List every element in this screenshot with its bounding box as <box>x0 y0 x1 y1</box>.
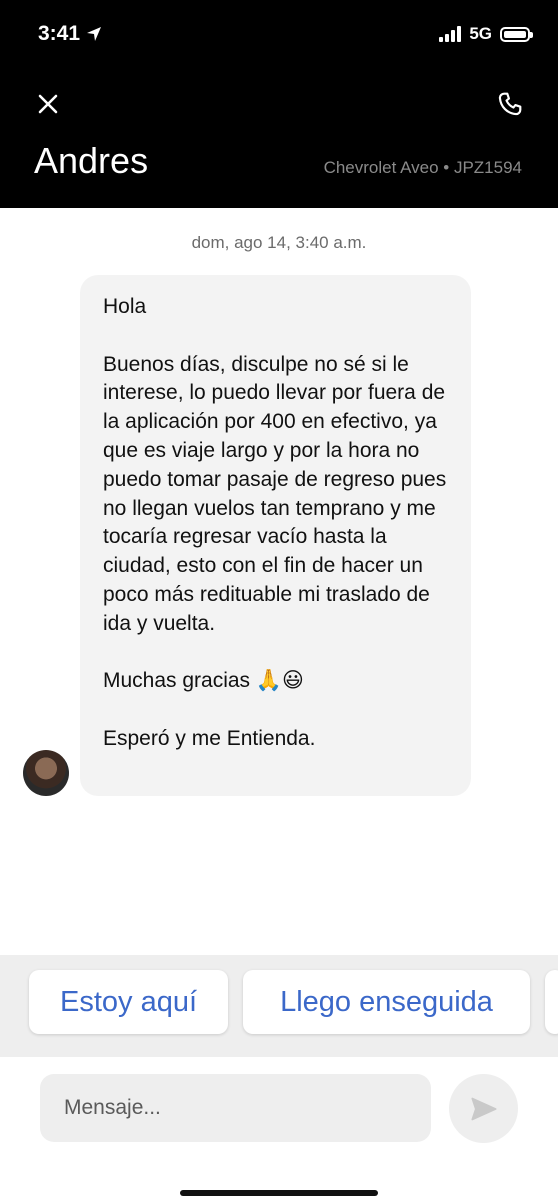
close-icon <box>38 94 58 114</box>
phone-icon <box>498 92 522 116</box>
message-paragraph: Esperó y me Entienda. <box>103 726 316 750</box>
battery-icon <box>500 26 533 42</box>
message-paragraph: Muchas gracias 🙏😃 <box>103 669 304 693</box>
send-icon <box>470 1097 497 1120</box>
location-arrow-icon <box>87 27 102 41</box>
home-indicator[interactable] <box>180 1190 378 1196</box>
incoming-message-bubble: Hola Buenos días, disculpe no sé si le i… <box>80 275 471 796</box>
quick-reply-estoy-aqui[interactable]: Estoy aquí <box>29 970 228 1034</box>
chat-header: 3:41 5G Andres Chevrolet Aveo • JPZ1594 <box>0 0 558 208</box>
signal-icon <box>439 26 462 42</box>
status-time-text: 3:41 <box>38 22 81 45</box>
message-paragraph: Buenos días, disculpe no sé si le intere… <box>103 352 447 635</box>
contact-name: Andres <box>34 140 149 181</box>
send-button[interactable] <box>449 1074 518 1143</box>
network-label: 5G <box>469 24 492 43</box>
call-button[interactable] <box>494 88 526 120</box>
status-indicators: 5G <box>439 24 533 44</box>
message-timestamp: dom, ago 14, 3:40 a.m. <box>191 233 367 252</box>
message-paragraph: Hola <box>103 295 147 318</box>
avatar <box>23 750 69 796</box>
status-time: 3:41 <box>38 22 102 46</box>
vehicle-info: Chevrolet Aveo • JPZ1594 <box>323 158 522 177</box>
close-button[interactable] <box>34 90 62 118</box>
message-input[interactable] <box>40 1074 431 1142</box>
quick-reply-llego-enseguida[interactable]: Llego enseguida <box>243 970 530 1034</box>
quick-reply-next-chip[interactable] <box>545 970 558 1034</box>
